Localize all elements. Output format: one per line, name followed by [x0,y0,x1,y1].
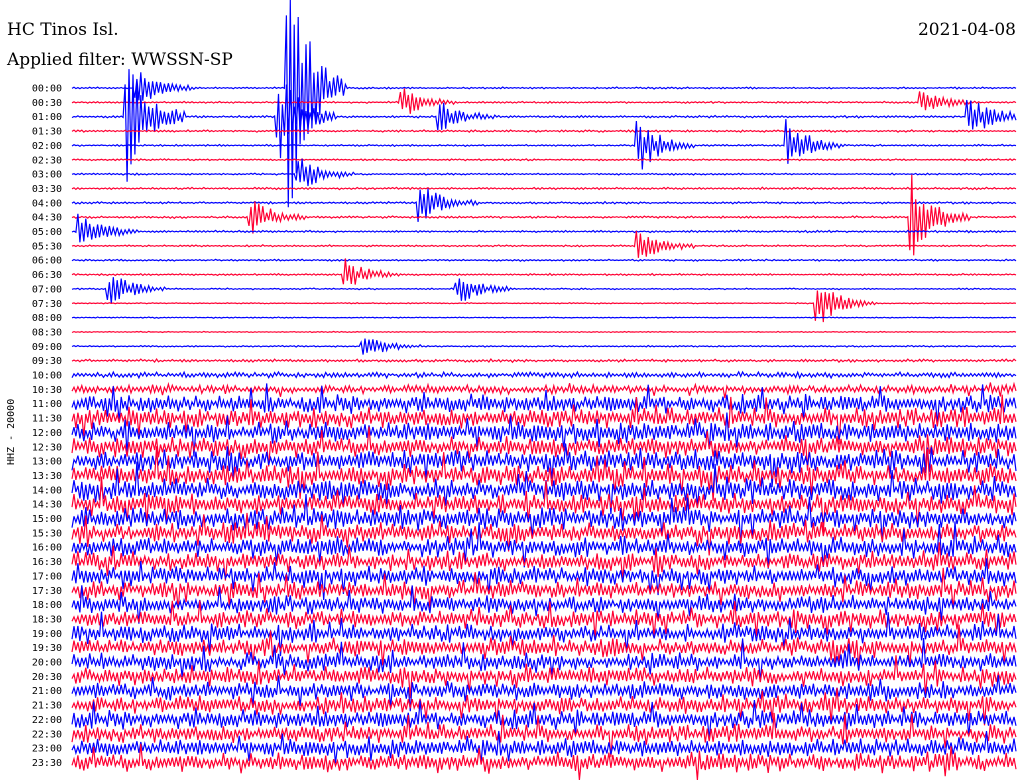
row-time-label: 17:30 [32,586,62,597]
row-time-label: 17:00 [32,571,62,582]
row-time-label: 00:30 [32,98,62,109]
trace-line-0630 [71,258,1017,285]
trace-line-0330 [71,186,1017,191]
row-time-label: 00:00 [32,84,62,95]
row-time-label: 05:30 [32,241,62,252]
trace-line-0530 [71,230,1017,258]
trace-line-1600 [71,521,1017,569]
row-time-label: 12:30 [32,442,62,453]
trace-line-0800 [71,316,1017,319]
row-time-label: 21:30 [32,701,62,712]
row-time-label: 10:00 [32,371,62,382]
row-time-label: 12:00 [32,428,62,439]
row-time-label: 01:30 [32,127,62,138]
row-time-label: 04:00 [32,198,62,209]
trace-line-0700 [71,277,1017,304]
row-time-label: 22:00 [32,715,62,726]
trace-line-1000 [71,370,1017,380]
row-time-label: 07:30 [32,299,62,310]
trace-line-1930 [71,624,1017,668]
row-time-label: 18:00 [32,600,62,611]
row-time-label: 09:00 [32,342,62,353]
row-time-label: 19:00 [32,629,62,640]
row-time-label: 21:00 [32,686,62,697]
row-time-label: 08:00 [32,313,62,324]
row-time-label: 20:00 [32,658,62,669]
row-time-label: 13:30 [32,471,62,482]
row-time-label: 11:30 [32,414,62,425]
trace-line-1730 [71,567,1017,610]
row-time-label: 10:30 [32,385,62,396]
row-time-label: 11:00 [32,399,62,410]
trace-line-0130 [71,129,1017,134]
trace-line-0600 [71,258,1017,262]
row-time-label: 02:00 [32,141,62,152]
trace-line-0230 [71,158,1017,162]
trace-line-0900 [71,338,1017,355]
row-time-label: 15:30 [32,528,62,539]
row-time-label: 13:00 [32,457,62,468]
row-time-label: 03:30 [32,184,62,195]
row-time-label: 20:30 [32,672,62,683]
row-time-label: 09:30 [32,356,62,367]
row-time-label: 06:00 [32,256,62,267]
row-time-label: 08:30 [32,327,62,338]
row-time-label: 23:00 [32,744,62,755]
row-label-group: 00:00 00:30 01:00 01:30 02:00 02:30 03:00 03:30… [32,84,62,769]
row-time-label: 01:00 [32,112,62,123]
row-time-label: 19:30 [32,643,62,654]
row-time-label: 04:30 [32,213,62,224]
trace-line-0030 [71,88,1017,114]
trace-group [71,0,1017,780]
trace-line-0200 [71,119,1017,170]
row-time-label: 23:30 [32,758,62,769]
row-time-label: 22:30 [32,729,62,740]
trace-line-0100 [71,69,1017,182]
trace-line-0830 [71,330,1017,334]
row-time-label: 15:00 [32,514,62,525]
seismogram-plot: 00:00 00:30 01:00 01:30 02:00 02:30 03:00 03:30… [32,0,1017,780]
row-time-label: 05:00 [32,227,62,238]
row-time-label: 16:30 [32,557,62,568]
trace-line-2100 [71,675,1017,712]
row-time-label: 14:00 [32,485,62,496]
trace-line-2000 [71,638,1017,682]
row-time-label: 07:00 [32,284,62,295]
row-time-label: 06:30 [32,270,62,281]
row-time-label: 18:30 [32,614,62,625]
trace-line-1030 [71,381,1017,399]
trace-line-0430 [71,174,1017,256]
row-time-label: 16:00 [32,543,62,554]
row-time-label: 02:30 [32,155,62,166]
trace-line-0300 [71,158,1017,187]
row-time-label: 14:30 [32,500,62,511]
row-time-label: 03:00 [32,170,62,181]
trace-line-0930 [71,357,1017,364]
